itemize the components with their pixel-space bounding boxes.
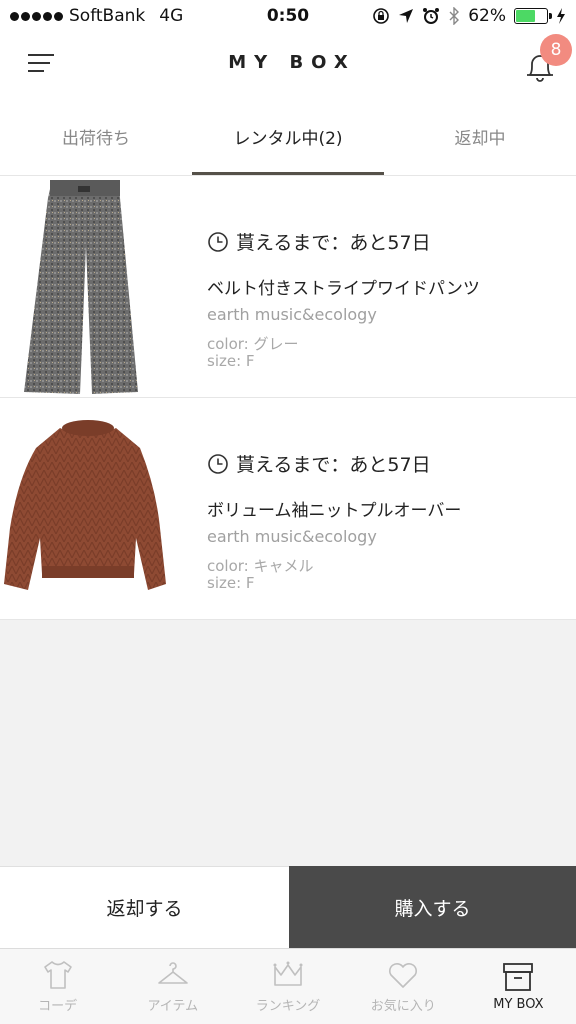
tab-renting[interactable]: レンタル中(2): [192, 98, 384, 175]
nav-item-items[interactable]: アイテム: [115, 949, 230, 1024]
nav-item-my-box[interactable]: MY BOX: [461, 949, 576, 1024]
location-arrow-icon: [399, 9, 414, 23]
app-header: MY BOX 8: [0, 32, 576, 98]
page-title: MY BOX: [228, 52, 356, 73]
tab-returning[interactable]: 返却中: [384, 98, 576, 175]
countdown-text: 貰えるまで：あと57日: [236, 232, 431, 254]
item-color: color: グレー: [207, 335, 299, 353]
item-size: size: F: [207, 352, 255, 370]
status-left: SoftBank 4G: [10, 6, 372, 26]
buy-button[interactable]: 購入する: [289, 866, 576, 948]
rental-countdown: 貰えるまで：あと57日: [207, 228, 431, 255]
notification-badge: 8: [540, 34, 572, 66]
battery-icon: [514, 8, 552, 24]
nav-item-coordinate[interactable]: コーデ: [0, 949, 115, 1024]
item-name: ボリューム袖ニットプルオーバー: [207, 501, 462, 521]
tab-awaiting-shipment[interactable]: 出荷待ち: [0, 98, 192, 175]
charging-icon: [557, 8, 565, 24]
signal-strength-icon: [10, 11, 63, 21]
action-bar: 返却する 購入する: [0, 866, 576, 948]
box-icon: [503, 963, 534, 991]
rental-item[interactable]: 貰えるまで：あと57日 ベルト付きストライプワイドパンツ earth music…: [0, 176, 576, 398]
tshirt-icon: [43, 961, 72, 989]
nav-label: コーデ: [38, 999, 78, 1014]
network-type: 4G: [159, 6, 184, 26]
nav-label: アイテム: [147, 999, 199, 1014]
rotation-lock-icon: [373, 8, 390, 24]
knit-pullover-image: [4, 420, 166, 590]
status-right: 62%: [372, 6, 566, 26]
nav-label: ランキング: [255, 999, 321, 1014]
bottom-nav: コーデ アイテム ランキング お気に入り MY BOX: [0, 948, 576, 1024]
item-brand: earth music&ecology: [207, 527, 377, 546]
nav-label: MY BOX: [493, 997, 544, 1012]
wide-pants-image: [24, 180, 138, 394]
carrier-name: SoftBank: [69, 6, 146, 26]
item-brand: earth music&ecology: [207, 305, 377, 324]
battery-level-fill: [516, 10, 535, 22]
clock-icon: [208, 231, 228, 252]
status-tabs: 出荷待ち レンタル中(2) 返却中: [0, 98, 576, 176]
rental-item[interactable]: 貰えるまで：あと57日 ボリューム袖ニットプルオーバー earth music&…: [0, 398, 576, 620]
rental-countdown: 貰えるまで：あと57日: [207, 450, 431, 477]
countdown-text: 貰えるまで：あと57日: [236, 454, 431, 476]
bluetooth-icon: [449, 7, 460, 25]
heart-icon: [389, 963, 418, 988]
nav-label: お気に入り: [370, 999, 436, 1014]
return-button[interactable]: 返却する: [0, 866, 289, 948]
nav-item-favorites[interactable]: お気に入り: [346, 949, 461, 1024]
item-size: size: F: [207, 574, 255, 592]
item-name: ベルト付きストライプワイドパンツ: [207, 279, 480, 299]
crown-icon: [273, 961, 303, 986]
clock-icon: [208, 453, 228, 474]
empty-area: [0, 620, 576, 866]
nav-item-ranking[interactable]: ランキング: [230, 949, 345, 1024]
battery-percent: 62%: [468, 6, 506, 26]
hanger-icon: [157, 962, 188, 984]
alarm-icon: [423, 8, 440, 24]
status-bar: SoftBank 4G 0:50 62%: [0, 0, 576, 32]
item-color: color: キャメル: [207, 557, 314, 575]
